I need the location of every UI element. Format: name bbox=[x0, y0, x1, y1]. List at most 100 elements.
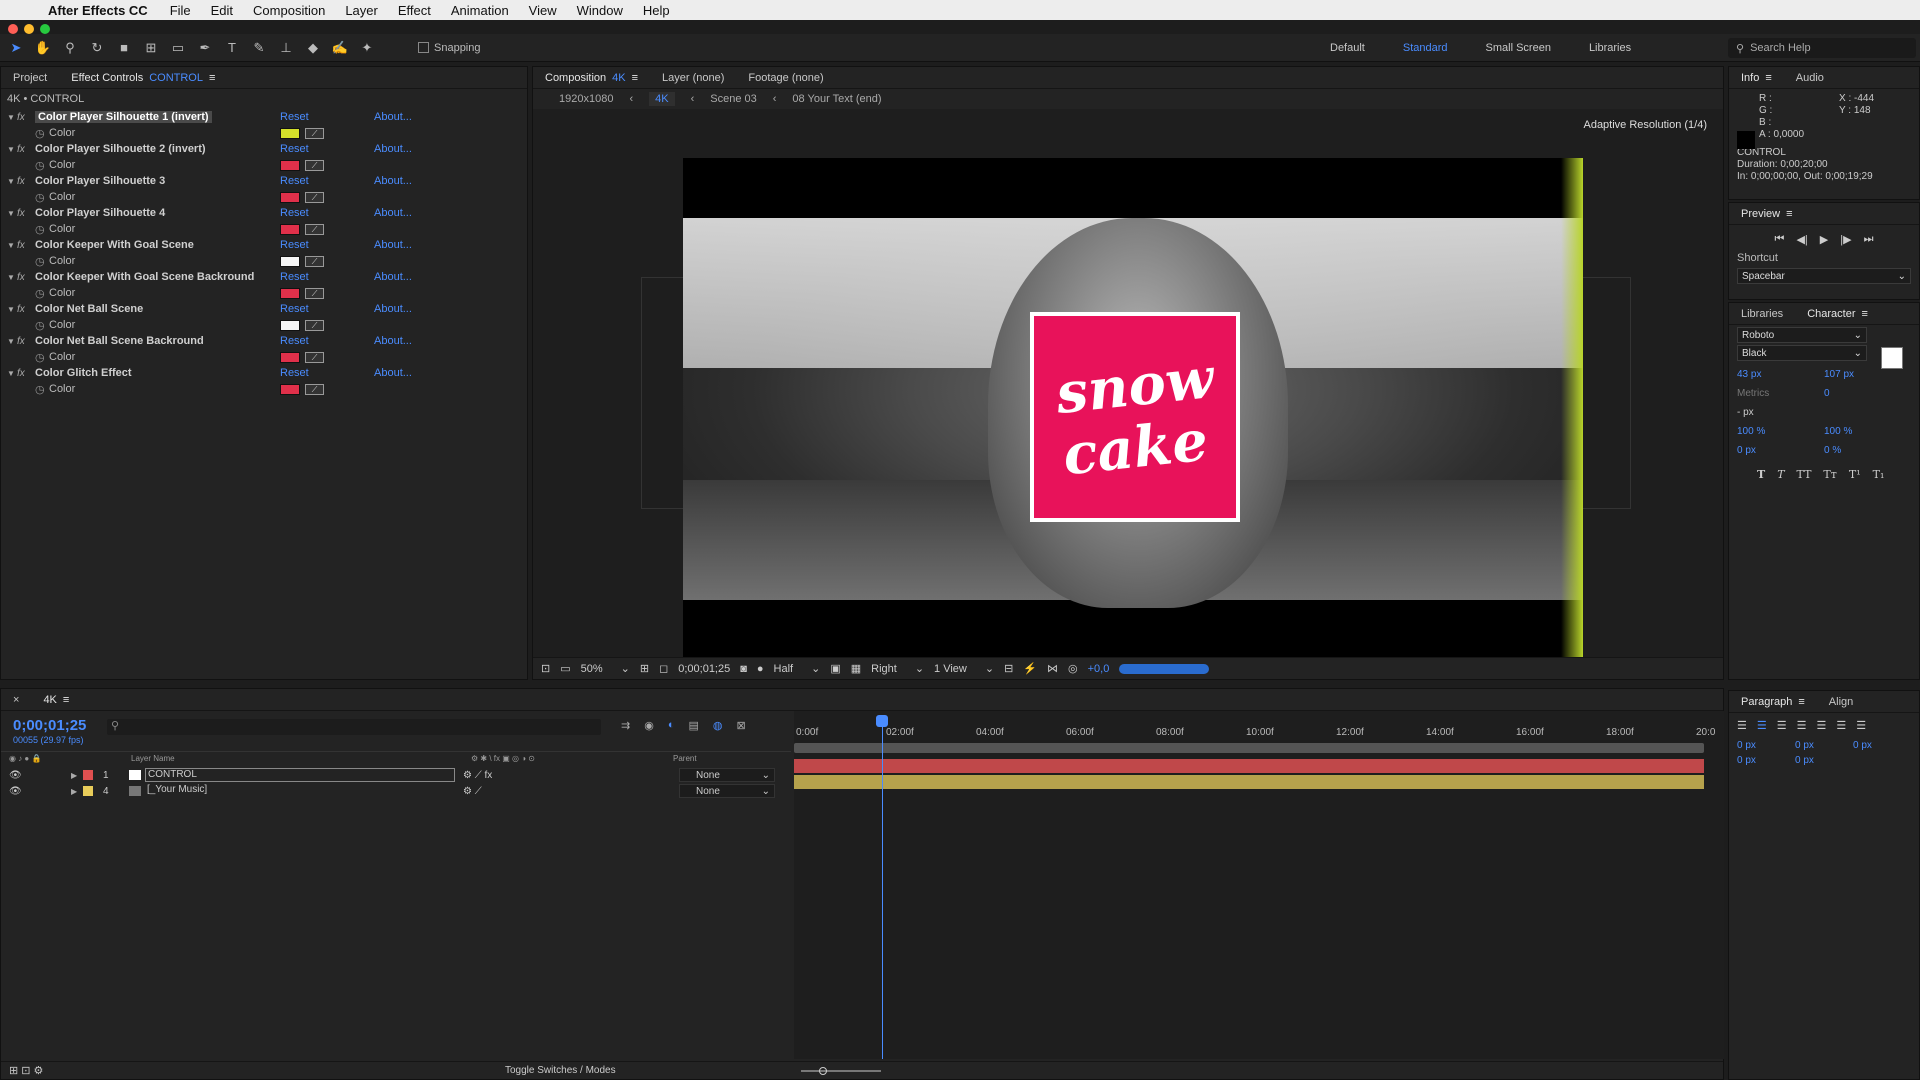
menu-layer[interactable]: Layer bbox=[345, 3, 378, 18]
timeline-graph-area[interactable]: 0:00f 02:00f 04:00f 06:00f 08:00f 10:00f 12:00… bbox=[794, 711, 1724, 1059]
search-help-input[interactable]: ⚲ Search Help bbox=[1728, 38, 1916, 58]
snowcake-logo[interactable]: snow cake bbox=[1030, 312, 1240, 522]
eyedropper-icon[interactable]: ⟋ bbox=[305, 128, 324, 139]
indent-first-line-value[interactable]: 0 px bbox=[1853, 740, 1911, 751]
font-size-value[interactable]: 43 px bbox=[1737, 369, 1824, 380]
first-frame-icon[interactable]: ⏮ bbox=[1775, 233, 1785, 246]
effect-row[interactable]: ▼ fx Color Keeper With Goal Scene Reset Abou… bbox=[1, 237, 527, 253]
timeline-current-time[interactable]: 0;00;01;25 bbox=[13, 717, 86, 734]
effect-row[interactable]: ▼ fx Color Player Silhouette 3 Reset About..… bbox=[1, 173, 527, 189]
effect-name[interactable]: Color Player Silhouette 3 bbox=[35, 175, 165, 187]
fx-toggle-icon[interactable]: fx bbox=[17, 208, 35, 219]
effect-about-link[interactable]: About... bbox=[374, 335, 412, 347]
menu-edit[interactable]: Edit bbox=[211, 3, 233, 18]
play-icon[interactable]: ▶ bbox=[1820, 233, 1828, 246]
reset-exposure-icon[interactable]: ◎ bbox=[1068, 662, 1078, 675]
font-style-select[interactable]: Black ⌄ bbox=[1737, 345, 1867, 361]
effect-about-link[interactable]: About... bbox=[374, 111, 412, 123]
close-window-button[interactable] bbox=[8, 24, 18, 34]
color-swatch[interactable] bbox=[280, 320, 300, 331]
frame-blending-icon[interactable]: ▤ bbox=[688, 719, 698, 732]
effect-row[interactable]: ▼ fx Color Net Ball Scene Reset About... bbox=[1, 301, 527, 317]
panel-menu-icon[interactable]: ≡ bbox=[63, 694, 69, 706]
space-after-value[interactable]: 0 px bbox=[1795, 755, 1853, 766]
workspace-small-screen[interactable]: Small Screen bbox=[1486, 42, 1551, 54]
vertical-scale-value[interactable]: 100 % bbox=[1737, 426, 1824, 437]
effect-name[interactable]: Color Player Silhouette 4 bbox=[35, 207, 165, 219]
brush-tool-icon[interactable]: ✎ bbox=[248, 37, 270, 59]
roto-brush-tool-icon[interactable]: ✍ bbox=[329, 37, 351, 59]
align-center-icon[interactable]: ☰ bbox=[1757, 719, 1767, 732]
rectangle-tool-icon[interactable]: ▭ bbox=[167, 37, 189, 59]
effect-about-link[interactable]: About... bbox=[374, 175, 412, 187]
effect-reset-link[interactable]: Reset bbox=[280, 143, 309, 155]
layer-search-input[interactable]: ⚲ bbox=[107, 719, 601, 735]
effect-about-link[interactable]: About... bbox=[374, 143, 412, 155]
color-swatch[interactable] bbox=[280, 384, 300, 395]
tab-align[interactable]: Align bbox=[1817, 691, 1865, 713]
effect-row[interactable]: ▼ fx Color Player Silhouette 2 (invert) Res… bbox=[1, 141, 527, 157]
fx-toggle-icon[interactable]: fx bbox=[17, 272, 35, 283]
superscript-button[interactable]: T¹ bbox=[1849, 468, 1861, 481]
stopwatch-icon[interactable]: ◷ bbox=[35, 383, 49, 396]
effect-reset-link[interactable]: Reset bbox=[280, 111, 309, 123]
expand-triangle-icon[interactable]: ▼ bbox=[7, 337, 17, 346]
effect-reset-link[interactable]: Reset bbox=[280, 207, 309, 219]
eyedropper-icon[interactable]: ⟋ bbox=[305, 352, 324, 363]
space-before-value[interactable]: 0 px bbox=[1737, 755, 1795, 766]
effect-name[interactable]: Color Player Silhouette 1 (invert) bbox=[35, 111, 212, 123]
work-area-bar[interactable] bbox=[794, 743, 1704, 753]
stopwatch-icon[interactable]: ◷ bbox=[35, 319, 49, 332]
color-swatch[interactable] bbox=[280, 288, 300, 299]
menu-file[interactable]: File bbox=[170, 3, 191, 18]
workspace-standard[interactable]: Standard bbox=[1403, 42, 1448, 54]
current-time-display[interactable]: 0;00;01;25 bbox=[678, 663, 730, 675]
eyedropper-icon[interactable]: ⟋ bbox=[305, 256, 324, 267]
effect-about-link[interactable]: About... bbox=[374, 303, 412, 315]
effect-about-link[interactable]: About... bbox=[374, 271, 412, 283]
menu-window[interactable]: Window bbox=[577, 3, 623, 18]
stroke-width-value[interactable]: - px bbox=[1737, 407, 1824, 418]
graph-editor-icon[interactable]: ⊠ bbox=[737, 719, 746, 732]
fast-previews-icon[interactable]: ⚡ bbox=[1023, 662, 1037, 675]
layer-name[interactable]: CONTROL bbox=[145, 768, 455, 782]
pen-tool-icon[interactable]: ✒ bbox=[194, 37, 216, 59]
fx-toggle-icon[interactable]: fx bbox=[17, 368, 35, 379]
justify-left-icon[interactable]: ☰ bbox=[1797, 719, 1807, 732]
menu-animation[interactable]: Animation bbox=[451, 3, 509, 18]
grid-icon[interactable]: ⊞ bbox=[640, 662, 649, 675]
subscript-button[interactable]: T₁ bbox=[1873, 468, 1885, 481]
panel-menu-icon[interactable]: ≡ bbox=[632, 72, 638, 84]
flowchart-icon[interactable]: ⋈ bbox=[1047, 662, 1058, 675]
fx-toggle-icon[interactable]: fx bbox=[17, 336, 35, 347]
small-caps-button[interactable]: Tᴛ bbox=[1823, 468, 1836, 481]
eyedropper-icon[interactable]: ⟋ bbox=[305, 384, 324, 395]
kerning-value[interactable]: Metrics bbox=[1737, 388, 1824, 399]
effect-reset-link[interactable]: Reset bbox=[280, 239, 309, 251]
font-family-select[interactable]: Roboto ⌄ bbox=[1737, 327, 1867, 343]
stopwatch-icon[interactable]: ◷ bbox=[35, 127, 49, 140]
stopwatch-icon[interactable]: ◷ bbox=[35, 191, 49, 204]
indent-left-value[interactable]: 0 px bbox=[1737, 740, 1795, 751]
zoom-tool-icon[interactable]: ⚲ bbox=[59, 37, 81, 59]
current-time-indicator[interactable] bbox=[882, 715, 883, 1059]
fill-color-swatch[interactable] bbox=[1881, 347, 1903, 369]
effect-row[interactable]: ▼ fx Color Glitch Effect Reset About... bbox=[1, 365, 527, 381]
always-preview-icon[interactable]: ⊡ bbox=[541, 662, 550, 675]
expand-triangle-icon[interactable]: ▼ bbox=[7, 305, 17, 314]
effect-reset-link[interactable]: Reset bbox=[280, 303, 309, 315]
minimize-window-button[interactable] bbox=[24, 24, 34, 34]
tab-character[interactable]: Character ≡ bbox=[1795, 303, 1880, 325]
expand-triangle-icon[interactable]: ▼ bbox=[7, 177, 17, 186]
eyedropper-icon[interactable]: ⟋ bbox=[305, 320, 324, 331]
effect-reset-link[interactable]: Reset bbox=[280, 175, 309, 187]
effect-about-link[interactable]: About... bbox=[374, 207, 412, 219]
timeline-zoom-slider[interactable] bbox=[801, 1069, 881, 1072]
tab-paragraph[interactable]: Paragraph ≡ bbox=[1729, 691, 1817, 713]
clone-stamp-tool-icon[interactable]: ⊥ bbox=[275, 37, 297, 59]
zoom-window-button[interactable] bbox=[40, 24, 50, 34]
expand-triangle-icon[interactable]: ▼ bbox=[7, 273, 17, 282]
transparency-grid-icon[interactable]: ▦ bbox=[851, 662, 861, 675]
stopwatch-icon[interactable]: ◷ bbox=[35, 159, 49, 172]
faux-italic-button[interactable]: T bbox=[1777, 468, 1784, 481]
